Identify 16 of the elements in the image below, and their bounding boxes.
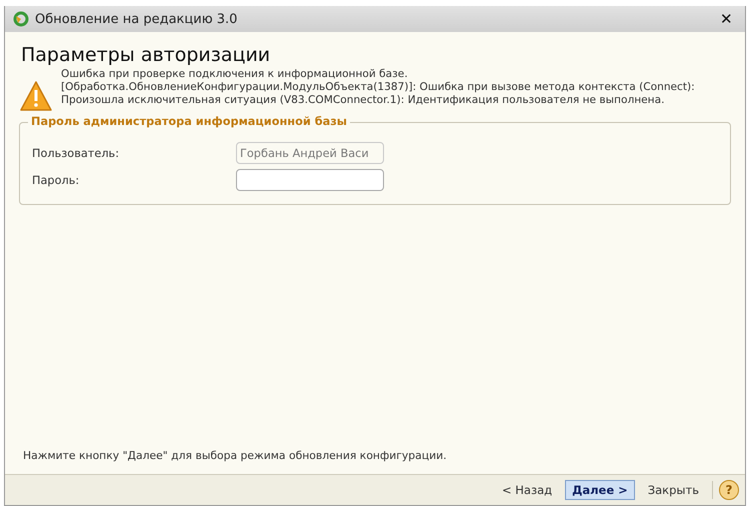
warning-icon (19, 80, 53, 112)
hint-text: Нажмите кнопку "Далее" для выбора режима обновления конфигурации. (23, 449, 448, 462)
input-field[interactable] (236, 169, 384, 191)
field-label: Пароль: (32, 174, 80, 186)
page-heading: Параметры авторизации (21, 44, 272, 66)
dialog-button[interactable]: Далее > (565, 480, 635, 500)
dialog-button[interactable]: Закрыть (640, 480, 706, 500)
error-message: Ошибка при проверке подключения к информационной базе. (61, 68, 409, 81)
group-title: Пароль администратора информационной базы (28, 115, 350, 128)
window-title: Обновление на редакцию 3.0 (35, 12, 238, 26)
dialog-button[interactable]: < Назад (494, 480, 560, 500)
error-message: [Обработка.ОбновлениеКонфигурации.МодульОбъекта(1387)]: Ошибка при вызове метода контекста (Connect): Произошла исключительная ситуация (V83.COMConnector.1): Идентификация пользователя не выполнена. (61, 81, 696, 107)
logo-icon (13, 11, 29, 27)
help-button[interactable]: ? (719, 480, 739, 500)
close-button[interactable]: ✕ (716, 10, 737, 28)
field-label: Пользователь: (32, 146, 120, 160)
